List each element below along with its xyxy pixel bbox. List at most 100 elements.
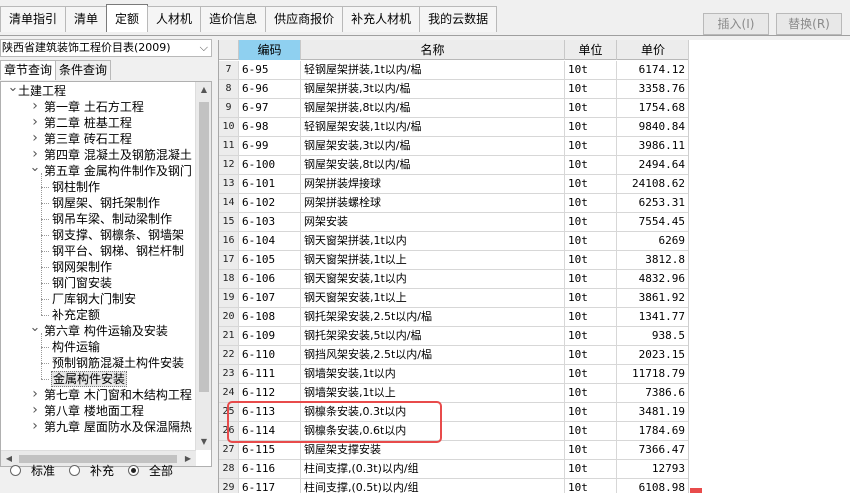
cell-price: 6174.12 [617,61,688,79]
tree-leaf[interactable]: 钢门窗安装 [1,275,197,291]
tree-leaf[interactable]: 钢柱制作 [1,179,197,195]
header-name[interactable]: 名称 [301,40,565,60]
tree-node[interactable]: ⌄ 第六章 构件运输及安装 [1,321,197,339]
chevron-right-icon[interactable]: › [29,115,41,130]
tree-node[interactable]: › 第七章 木门窗和木结构工程 [1,387,197,403]
chevron-right-icon[interactable]: › [29,419,41,434]
tree-node[interactable]: › 第一章 土石方工程 [1,99,197,115]
cell-code: 6-107 [239,289,301,307]
table-row[interactable]: 21 6-109 钢托架梁安装,5t以内/榀 10t 938.5 [219,327,688,346]
tree-node[interactable]: › 第八章 楼地面工程 [1,403,197,419]
table-row[interactable]: 22 6-110 钢挡风架安装,2.5t以内/榀 10t 2023.15 [219,346,688,365]
tree-guide-line [41,299,49,300]
chevron-down-icon[interactable]: ⌄ [29,321,41,334]
chevron-right-icon[interactable]: › [29,403,41,418]
cell-unit: 10t [565,289,617,307]
tree-leaf[interactable]: 钢吊车梁、制动梁制作 [1,211,197,227]
radio-circle-icon[interactable] [10,464,21,476]
cell-code: 6-103 [239,213,301,231]
header-code[interactable]: 编码 [239,40,301,60]
top-tab[interactable]: 补充人材机 [342,6,421,32]
row-index: 22 [219,346,239,364]
table-row[interactable]: 19 6-107 钢天窗架安装,1t以上 10t 3861.92 [219,289,688,308]
row-index: 9 [219,99,239,117]
chevron-down-icon[interactable]: ⌵ [200,40,208,56]
filter-radio[interactable]: 标准 [10,462,55,479]
tree-node[interactable]: › 第九章 屋面防水及保温隔热 [1,419,197,435]
cell-unit: 10t [565,118,617,136]
top-tab[interactable]: 人材机 [147,6,202,32]
top-tab[interactable]: 清单指引 [0,6,67,32]
tree-node[interactable]: › 第三章 砖石工程 [1,131,197,147]
chapter-tree[interactable]: ⌄ 土建工程 › 第一章 土石方工程 › 第二章 桩基工程 › 第三章 砖石工程 › 第四章 混凝… [0,81,212,467]
scroll-down-icon[interactable]: ▼ [196,434,211,450]
tree-leaf[interactable]: 钢网架制作 [1,259,197,275]
tree-guide-line [41,363,49,364]
sub-tab[interactable]: 条件查询 [55,60,112,80]
table-row[interactable]: 28 6-116 柱间支撑,(0.3t)以内/组 10t 12793 [219,460,688,479]
filter-radio[interactable]: 补充 [69,462,114,479]
tree-guide-line [41,187,49,188]
tree-leaf[interactable]: 厂库钢大门制安 [1,291,197,307]
tree-leaf[interactable]: 钢支撑、钢檩条、钢墙架 [1,227,197,243]
insert-button[interactable]: 插入(I) [703,13,769,35]
toolbar-divider [0,35,850,36]
header-unit[interactable]: 单位 [565,40,617,60]
cell-unit: 10t [565,441,617,459]
tree-guide-line [41,219,49,220]
library-select[interactable]: 陕西省建筑装饰工程价目表(2009) ⌵ [0,39,212,57]
table-row[interactable]: 11 6-99 钢屋架安装,3t以内/榀 10t 3986.11 [219,137,688,156]
cell-code: 6-96 [239,80,301,98]
row-index: 12 [219,156,239,174]
table-row[interactable]: 20 6-108 钢托架梁安装,2.5t以内/榀 10t 1341.77 [219,308,688,327]
table-row[interactable]: 14 6-102 网架拼装螺栓球 10t 6253.31 [219,194,688,213]
table-row[interactable]: 18 6-106 钢天窗架安装,1t以内 10t 4832.96 [219,270,688,289]
radio-circle-icon[interactable] [69,464,81,476]
chevron-down-icon[interactable]: ⌄ [29,161,41,174]
cell-code: 6-111 [239,365,301,383]
top-tab[interactable]: 定额 [106,4,149,32]
table-row[interactable]: 12 6-100 钢屋架安装,8t以内/榀 10t 2494.64 [219,156,688,175]
tree-vertical-scrollbar[interactable]: ▲ ▼ [195,82,211,450]
tree-guide-line [41,379,49,380]
tree-node-label: 钢门窗安装 [52,276,113,290]
tree-leaf[interactable]: 构件运输 [1,339,197,355]
table-row[interactable]: 29 6-117 柱间支撑,(0.5t)以内/组 10t 6108.98 [219,479,688,493]
tree-leaf[interactable]: 预制钢筋混凝土构件安装 [1,355,197,371]
cell-unit: 10t [565,194,617,212]
filter-radio[interactable]: 全部 [128,462,173,479]
tree-node[interactable]: › 第二章 桩基工程 [1,115,197,131]
cell-price: 7386.6 [617,384,688,402]
tree-node[interactable]: ⌄ 土建工程 [1,82,197,99]
table-row[interactable]: 17 6-105 钢天窗架拼装,1t以上 10t 3812.8 [219,251,688,270]
scroll-up-icon[interactable]: ▲ [196,82,211,98]
replace-button[interactable]: 替换(R) [776,13,842,35]
table-row[interactable]: 10 6-98 轻钢屋架安装,1t以内/榀 10t 9840.84 [219,118,688,137]
top-tab[interactable]: 供应商报价 [265,6,344,32]
scroll-thumb[interactable] [199,102,209,392]
chevron-right-icon[interactable]: › [29,387,41,402]
chevron-right-icon[interactable]: › [29,131,41,146]
cell-price: 3358.76 [617,80,688,98]
table-row[interactable]: 8 6-96 钢屋架拼装,3t以内/榀 10t 3358.76 [219,80,688,99]
tree-leaf[interactable]: 钢平台、钢梯、钢栏杆制 [1,243,197,259]
tree-node[interactable]: ⌄ 第五章 金属构件制作及钢门 [1,161,197,179]
sub-tab[interactable]: 章节查询 [0,60,57,80]
tree-node-label: 钢屋架、钢托架制作 [52,196,161,210]
chevron-right-icon[interactable]: › [29,99,41,114]
top-tab[interactable]: 清单 [65,6,108,32]
tree-leaf[interactable]: 钢屋架、钢托架制作 [1,195,197,211]
top-tab[interactable]: 造价信息 [200,6,267,32]
table-row[interactable]: 9 6-97 钢屋架拼装,8t以内/榀 10t 1754.68 [219,99,688,118]
table-row[interactable]: 16 6-104 钢天窗架拼装,1t以内 10t 6269 [219,232,688,251]
table-row[interactable]: 27 6-115 钢屋架支撑安装 10t 7366.47 [219,441,688,460]
tree-leaf[interactable]: 金属构件安装 [1,371,197,387]
table-row[interactable]: 23 6-111 钢墙架安装,1t以内 10t 11718.79 [219,365,688,384]
header-price[interactable]: 单价 [617,40,688,60]
radio-circle-icon[interactable] [128,464,140,476]
table-row[interactable]: 15 6-103 网架安装 10t 7554.45 [219,213,688,232]
top-tab[interactable]: 我的云数据 [419,6,498,32]
cell-unit: 10t [565,99,617,117]
table-row[interactable]: 7 6-95 轻钢屋架拼装,1t以内/榀 10t 6174.12 [219,61,688,80]
table-row[interactable]: 13 6-101 网架拼装焊接球 10t 24108.62 [219,175,688,194]
